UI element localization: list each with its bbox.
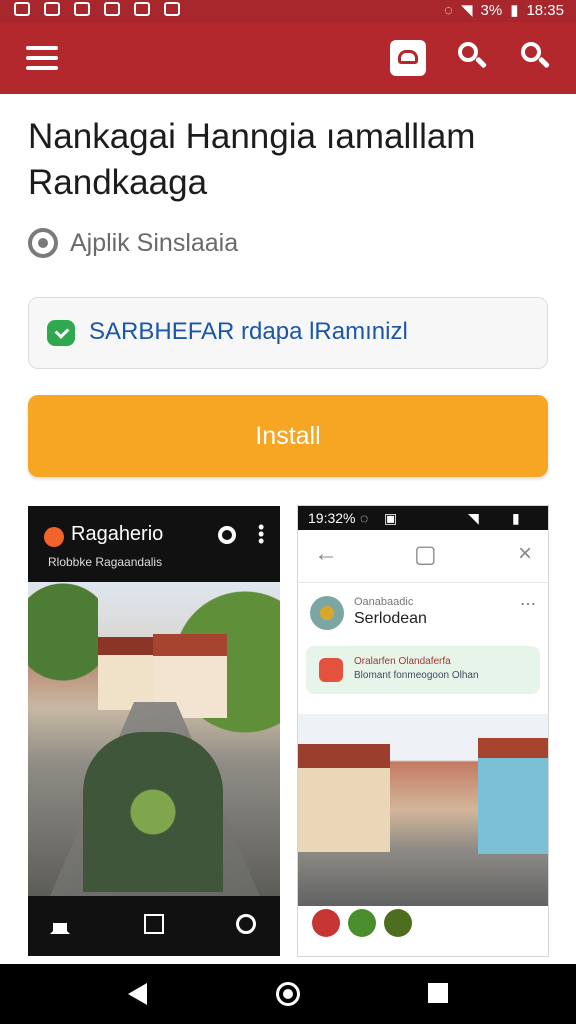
screenshot-left-subtitle: Rlobbke Ragaandalis: [48, 555, 163, 569]
lock-notification-icon: [74, 2, 90, 16]
red-action-icon: [312, 909, 340, 937]
screenshot-right[interactable]: 19:32% ◌ ▣ ◥ ▮ ← ▢ × Oanabaadic Serlodea…: [298, 506, 548, 956]
post-small-label: Oanabaadic: [354, 596, 414, 608]
notice-line-2: Blomant fonmeogoon Olhan: [354, 670, 479, 681]
clock-notification-icon: [134, 2, 150, 16]
screenshot-right-status: 19:32% ◌ ▣ ◥ ▮: [298, 506, 548, 530]
badge-box: SARBHEFAR rdapa lRamınizl: [28, 297, 548, 369]
app-notification-icon: [44, 2, 60, 16]
house-image: [478, 738, 548, 854]
back-arrow-icon: ←: [314, 540, 338, 567]
wifi-icon: ◌: [444, 1, 453, 19]
screenshot-left-nav: [28, 896, 280, 956]
developer-icon: [28, 228, 58, 258]
system-navigation-bar: [0, 964, 576, 1024]
developer-row[interactable]: Ajplik Sinslaaia: [28, 228, 238, 258]
app-logo-icon: [44, 527, 64, 547]
circle-icon: [236, 914, 256, 934]
system-status: ◌ ◥ 3% ▮ 18:35: [444, 1, 564, 20]
screenshot-left-header: Ragaherio Rlobbke Ragaandalis • • •: [28, 506, 280, 582]
recent-apps-icon[interactable]: [428, 983, 448, 1003]
settings-icon: [218, 526, 236, 544]
battery-percent: 3%: [480, 1, 503, 19]
bookmark-icon: ▢: [414, 541, 437, 568]
green-action-icon: [348, 909, 376, 937]
app-bar: [0, 22, 576, 94]
square-icon: [144, 914, 164, 934]
status-bar: ◌ ◥ 3% ▮ 18:35: [0, 0, 576, 22]
alert-notification-icon: [164, 2, 180, 16]
post-name: Serlodean: [354, 610, 427, 627]
close-icon: ×: [518, 540, 533, 567]
notice-line-1: Oralarfen Olandaferfa: [354, 656, 451, 667]
search-icon[interactable]: [455, 40, 491, 76]
garden-image: [83, 732, 223, 892]
screenshot-right-toolbar: ← ▢ ×: [298, 530, 548, 583]
search-icon[interactable]: [518, 40, 554, 76]
install-button[interactable]: Install: [28, 395, 548, 477]
developer-name: Ajplik Sinslaaia: [70, 228, 239, 257]
screenshot-right-nav: [298, 942, 548, 956]
screenshot-right-actions: [298, 906, 548, 942]
chat-icon: [47, 320, 75, 346]
wifi-icon: ◌: [360, 510, 369, 526]
home-icon: [50, 914, 70, 934]
signal-icon: ◥: [460, 2, 473, 19]
badge-text: SARBHEFAR rdapa lRamınizl: [89, 318, 408, 345]
post-header: Oanabaadic Serlodean ⋯: [306, 594, 540, 642]
screenshot-left-photo: [28, 582, 280, 896]
avatar: [310, 596, 344, 630]
notice-card: Oralarfen Olandaferfa Blomant fonmeogoon…: [306, 646, 540, 694]
home-icon[interactable]: [276, 982, 300, 1006]
screenshot-right-photo: [298, 714, 548, 906]
battery-icon: ▮: [510, 2, 519, 19]
music-notification-icon: [104, 2, 120, 16]
more-options-icon: ⋯: [520, 596, 536, 613]
status-time: 18:35: [526, 1, 564, 19]
app-title: Nankagai Hanngia ıamalllam Randkaaga: [28, 117, 476, 202]
tree-left-image: [28, 582, 98, 742]
phone-icon[interactable]: [390, 40, 426, 76]
more-options-icon: • • •: [258, 517, 265, 551]
battery-mini-icon: ▣: [384, 510, 398, 526]
alert-icon: [319, 658, 343, 682]
green-action-icon: [384, 909, 412, 937]
battery-mini-icon: ▮: [512, 510, 520, 526]
signal-mini-icon: ◥: [468, 510, 479, 526]
image-notification-icon: [14, 2, 30, 16]
app-detail-page: Nankagai Hanngia ıamalllam Randkaaga Ajp…: [0, 94, 576, 964]
screenshot-left[interactable]: Ragaherio Rlobbke Ragaandalis • • •: [28, 506, 280, 956]
house-image: [298, 744, 390, 852]
back-icon[interactable]: [128, 983, 147, 1005]
notification-icons: [14, 2, 180, 16]
screenshot-left-title: Ragaherio: [71, 523, 164, 545]
screenshot-right-time: 19:32%: [308, 510, 356, 526]
menu-icon[interactable]: [26, 46, 58, 70]
